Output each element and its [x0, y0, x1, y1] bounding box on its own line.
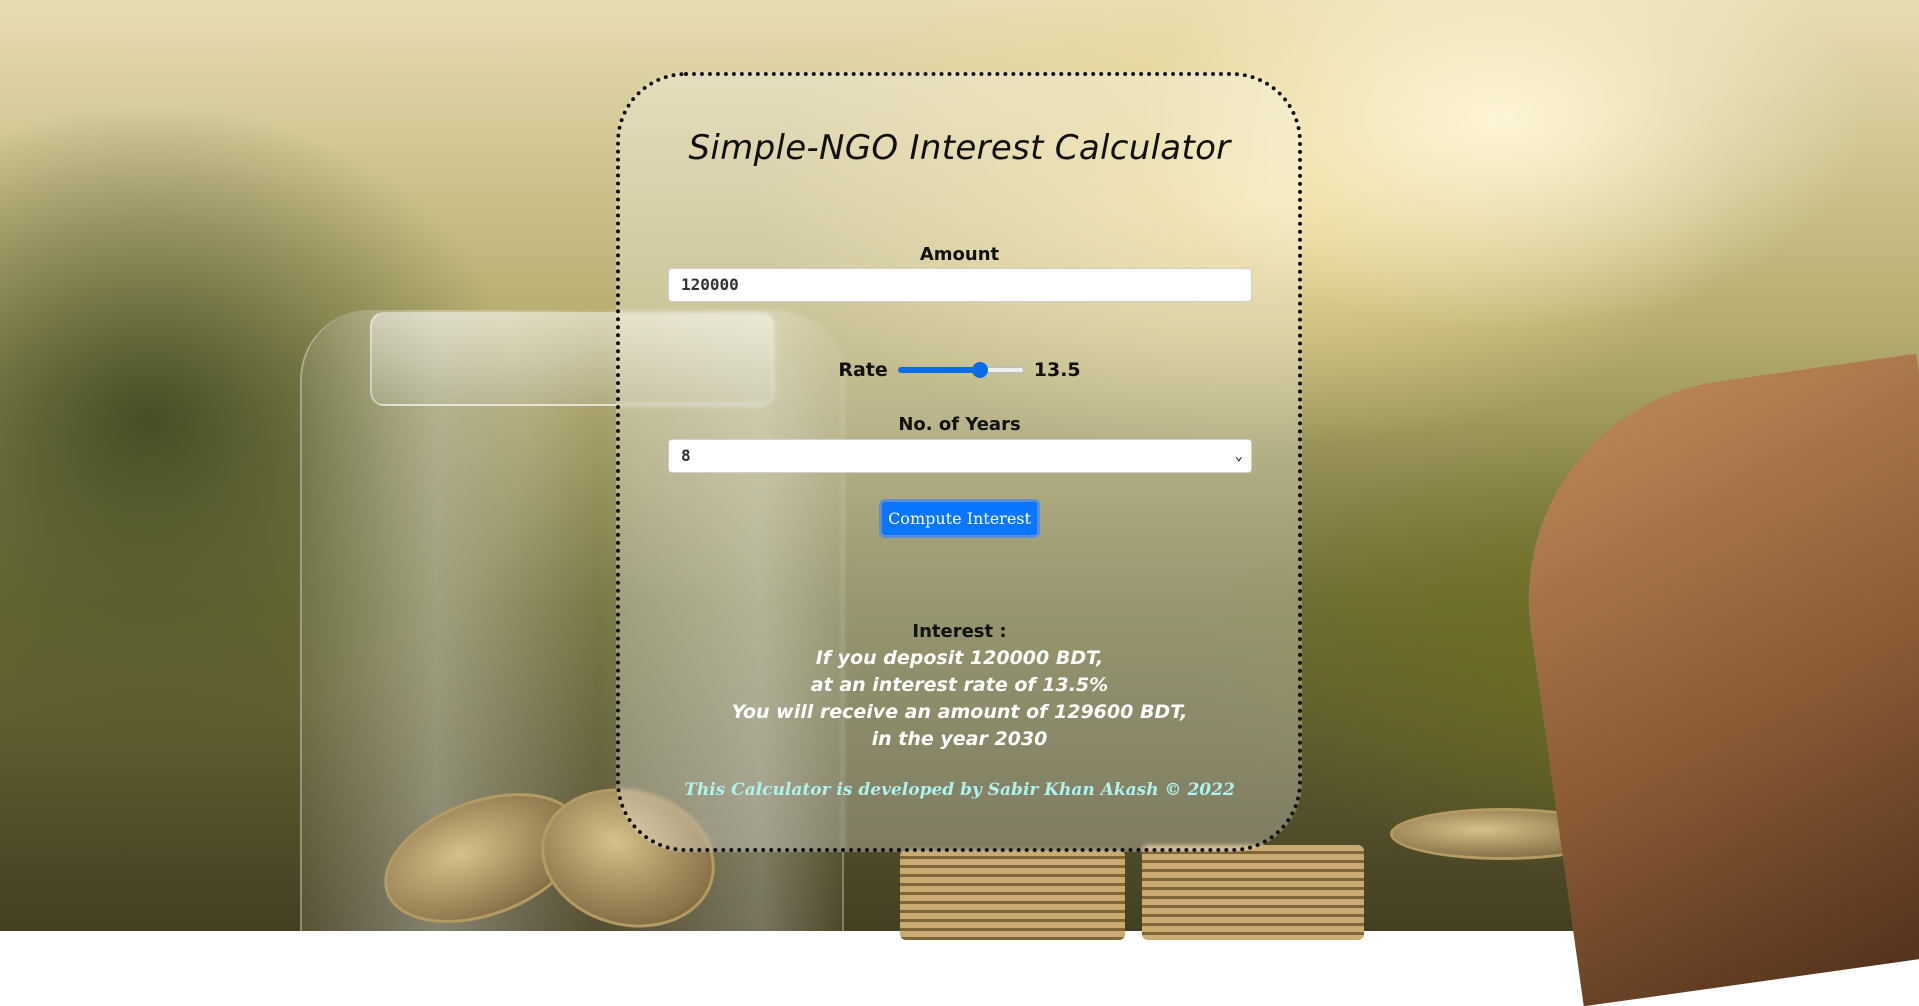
- page-title: Simple-NGO Interest Calculator: [688, 128, 1231, 168]
- coin-stack-image: [1142, 845, 1364, 940]
- slider-fill: [897, 367, 980, 373]
- result-line-amount: You will receive an amount of 129600 BDT…: [731, 701, 1188, 723]
- years-select[interactable]: 8 ⌄: [668, 439, 1252, 473]
- chevron-down-icon: ⌄: [1234, 448, 1243, 464]
- result-line-rate: at an interest rate of 13.5%: [810, 674, 1109, 696]
- rate-label: Rate: [838, 359, 888, 381]
- rate-row: Rate 13.5: [0, 357, 1919, 383]
- years-selected-value: 8: [681, 446, 691, 465]
- footer-credit: This Calculator is developed by Sabir Kh…: [684, 780, 1235, 800]
- compute-interest-button[interactable]: Compute Interest: [879, 499, 1040, 538]
- amount-label: Amount: [919, 244, 1000, 265]
- result-line-deposit: If you deposit 120000 BDT,: [815, 647, 1104, 669]
- rate-value: 13.5: [1033, 359, 1081, 381]
- amount-input[interactable]: 120000: [668, 268, 1252, 302]
- coin-stack-image: [900, 850, 1125, 940]
- rate-slider[interactable]: [897, 360, 1024, 380]
- slider-thumb[interactable]: [971, 362, 988, 378]
- years-label: No. of Years: [898, 414, 1021, 435]
- interest-heading: Interest :: [912, 621, 1007, 642]
- result-line-year: in the year 2030: [871, 728, 1048, 750]
